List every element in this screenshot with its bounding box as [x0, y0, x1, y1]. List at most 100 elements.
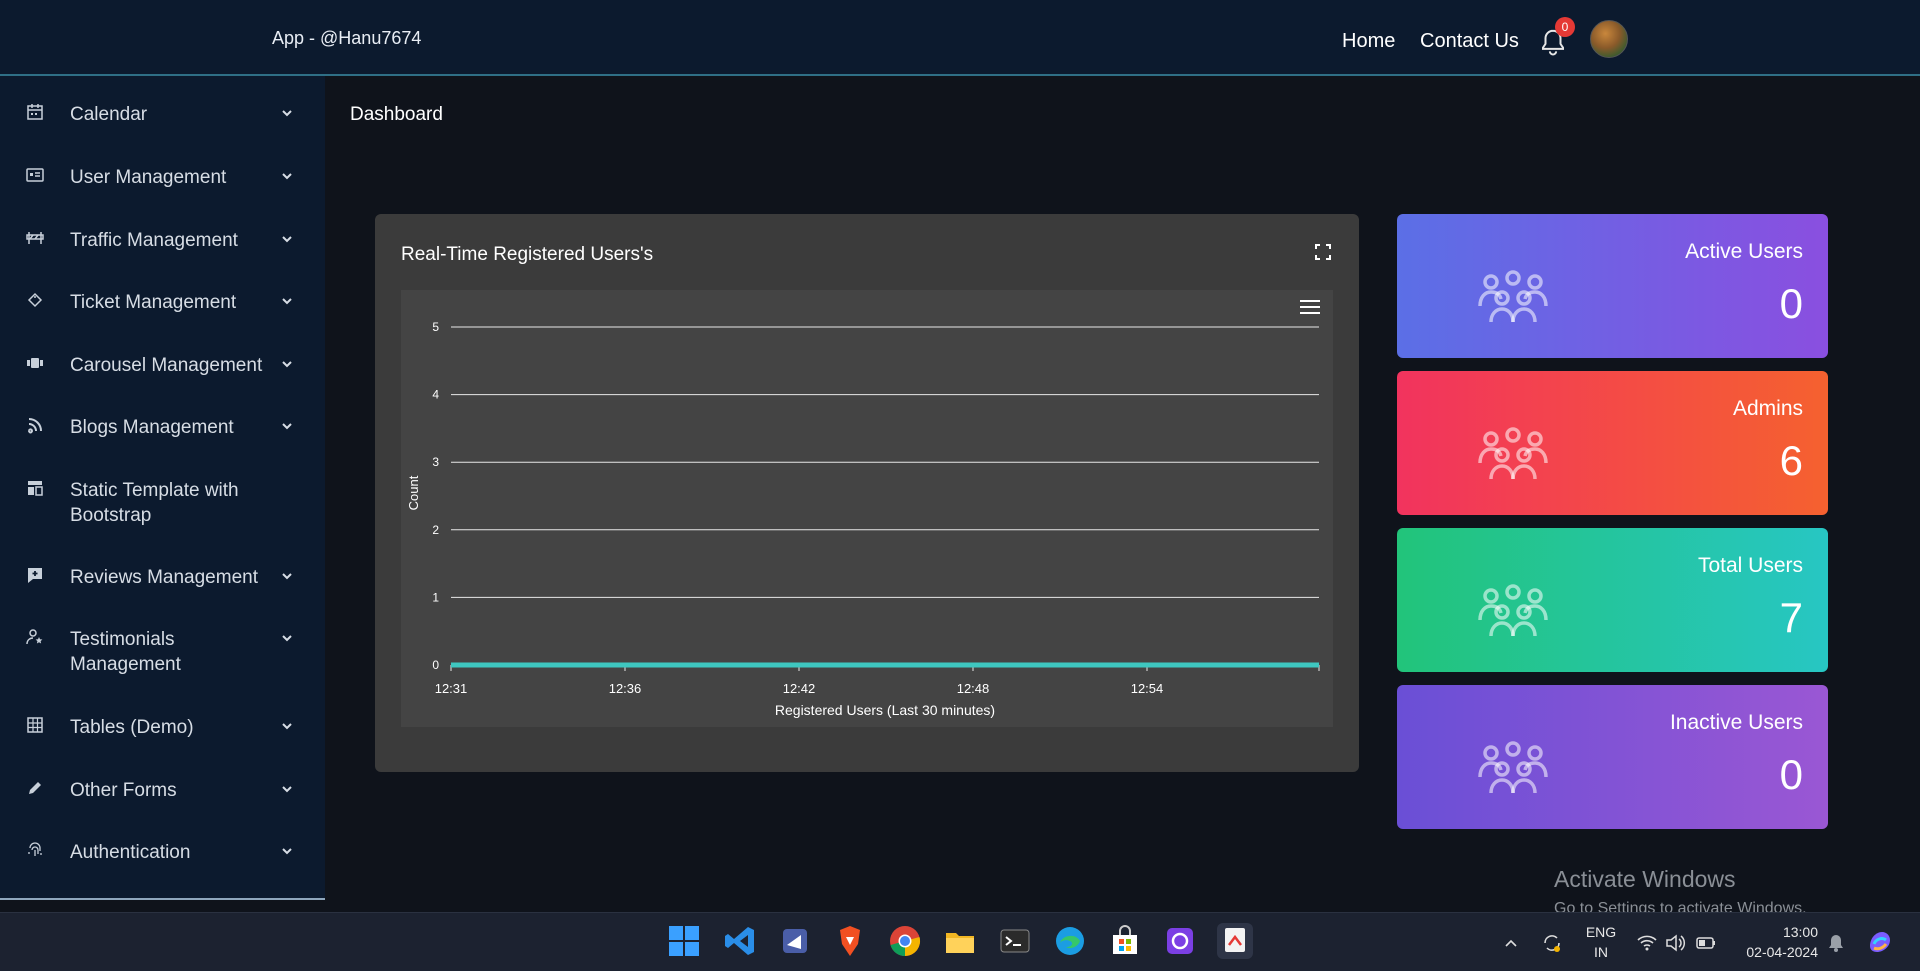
y-tick-label: 5: [432, 320, 439, 334]
battery-icon[interactable]: [1695, 933, 1717, 953]
avatar[interactable]: [1590, 20, 1628, 58]
chart-area: 0 1 2 3 4 5 12:31 12:36 12:42 12:48 12:54 Registere…: [401, 290, 1333, 727]
notification-bell-icon[interactable]: [1826, 932, 1846, 954]
y-tick-label: 2: [432, 523, 439, 537]
microsoft-store-icon[interactable]: [1107, 923, 1143, 959]
chevron-down-icon[interactable]: [280, 782, 294, 796]
language-code[interactable]: ENG: [1583, 924, 1619, 940]
sidebar-item-label: Static Template with Bootstrap: [70, 480, 239, 526]
sync-icon[interactable]: [1540, 931, 1564, 955]
active-users-card[interactable]: Active Users 0: [1397, 214, 1828, 358]
x-tick-label: 12:42: [783, 681, 816, 696]
chevron-down-icon[interactable]: [280, 232, 294, 246]
notification-badge: 0: [1555, 17, 1575, 37]
proton-app-icon[interactable]: [1162, 923, 1198, 959]
activation-watermark-title: Activate Windows: [1554, 866, 1736, 892]
edge-browser-icon[interactable]: [1052, 923, 1088, 959]
chevron-down-icon[interactable]: [280, 294, 294, 308]
chevron-down-icon[interactable]: [280, 844, 294, 858]
line-chart: 0 1 2 3 4 5 12:31 12:36 12:42 12:48 12:54 Registere…: [406, 320, 1320, 718]
chevron-down-icon[interactable]: [280, 106, 294, 120]
users-group-icon: [1478, 584, 1548, 637]
sidebar: Calendar User Management Traffic Managemen…: [0, 76, 325, 900]
chevron-down-icon[interactable]: [280, 419, 294, 433]
users-group-icon: [1478, 427, 1548, 480]
x-tick-label: 12:31: [435, 681, 468, 696]
chevron-down-icon[interactable]: [280, 569, 294, 583]
chevron-down-icon[interactable]: [280, 169, 294, 183]
ticket-icon: [27, 292, 43, 308]
id-card-icon: [26, 168, 44, 182]
chart-card: Real-Time Registered Users's 0 1 2 3 4 5 12:31…: [375, 214, 1359, 772]
sidebar-item-label: Blogs Management: [70, 417, 234, 438]
rss-icon: [28, 418, 42, 434]
review-icon: [28, 568, 42, 583]
users-group-icon: [1478, 270, 1548, 323]
inactive-users-card[interactable]: Inactive Users 0: [1397, 685, 1828, 829]
y-tick-label: 1: [432, 590, 439, 604]
x-tick-label: 12:54: [1131, 681, 1164, 696]
x-tick-label: 12:48: [957, 681, 990, 696]
layout-icon: [28, 481, 43, 496]
y-tick-label: 3: [432, 455, 439, 469]
sidebar-item-label: Other Forms: [70, 780, 177, 801]
user-star-icon: [26, 629, 43, 645]
stat-title: Total Users: [1697, 554, 1803, 577]
chevron-up-icon[interactable]: [1503, 935, 1519, 951]
sidebar-item-label: Testimonials Management: [70, 629, 181, 675]
nav-home-link[interactable]: Home: [1342, 30, 1395, 53]
barrier-icon: [26, 232, 44, 244]
y-axis-title: Count: [406, 475, 421, 510]
chevron-down-icon[interactable]: [280, 357, 294, 371]
chevron-down-icon[interactable]: [280, 631, 294, 645]
stat-value: 6: [1779, 437, 1803, 484]
sidebar-item-label: Carousel Management: [70, 355, 263, 376]
app-title[interactable]: App - @Hanu7674: [272, 28, 421, 49]
clock-time[interactable]: 13:00: [1728, 924, 1818, 940]
sidebar-item-label: User Management: [70, 167, 227, 188]
users-group-icon: [1478, 741, 1548, 794]
vscode-icon[interactable]: [722, 923, 758, 959]
taskbar: ENG IN 13:00 02-04-2024: [0, 912, 1920, 971]
app-launcher-icon[interactable]: [777, 923, 813, 959]
wifi-icon[interactable]: [1636, 932, 1658, 954]
total-users-card[interactable]: Total Users 7: [1397, 528, 1828, 672]
chrome-browser-icon[interactable]: [887, 923, 923, 959]
sidebar-item-label: Ticket Management: [70, 292, 237, 313]
carousel-icon: [27, 358, 43, 368]
breadcrumb: Dashboard: [350, 104, 443, 125]
chevron-down-icon[interactable]: [280, 719, 294, 733]
sidebar-item-label: Traffic Management: [70, 230, 238, 251]
brave-browser-icon[interactable]: [832, 923, 868, 959]
stat-title: Active Users: [1685, 240, 1803, 263]
admins-card[interactable]: Admins 6: [1397, 371, 1828, 515]
snipping-tool-icon[interactable]: [1217, 923, 1253, 959]
copilot-icon[interactable]: [1864, 926, 1896, 958]
sidebar-item-label: Reviews Management: [70, 567, 258, 588]
stat-value: 0: [1779, 280, 1803, 327]
volume-icon[interactable]: [1664, 932, 1686, 954]
x-tick-label: 12:36: [609, 681, 642, 696]
chart-title: Real-Time Registered Users's: [401, 244, 654, 265]
sidebar-item-label: Tables (Demo): [70, 717, 194, 738]
windows-start-icon[interactable]: [666, 923, 702, 959]
stat-title: Admins: [1732, 397, 1803, 420]
calendar-icon: [27, 104, 43, 120]
clock-date[interactable]: 02-04-2024: [1728, 944, 1818, 960]
stat-value: 7: [1779, 594, 1803, 641]
y-tick-label: 4: [432, 388, 439, 402]
language-region[interactable]: IN: [1583, 944, 1619, 960]
chart-menu-icon[interactable]: [1299, 298, 1321, 316]
terminal-icon[interactable]: [997, 923, 1033, 959]
stat-title: Inactive Users: [1669, 711, 1803, 734]
fullscreen-icon[interactable]: [1313, 242, 1333, 262]
x-axis-title: Registered Users (Last 30 minutes): [775, 702, 995, 718]
fingerprint-icon: [28, 842, 42, 856]
sidebar-item-label: Calendar: [70, 104, 148, 125]
pencil-icon: [29, 782, 41, 794]
top-navbar: App - @Hanu7674 Home Contact Us 0: [0, 0, 1920, 76]
file-explorer-icon[interactable]: [942, 923, 978, 959]
sidebar-item-label: Authentication: [70, 842, 191, 863]
table-icon: [27, 717, 43, 733]
nav-contact-link[interactable]: Contact Us: [1420, 30, 1519, 53]
